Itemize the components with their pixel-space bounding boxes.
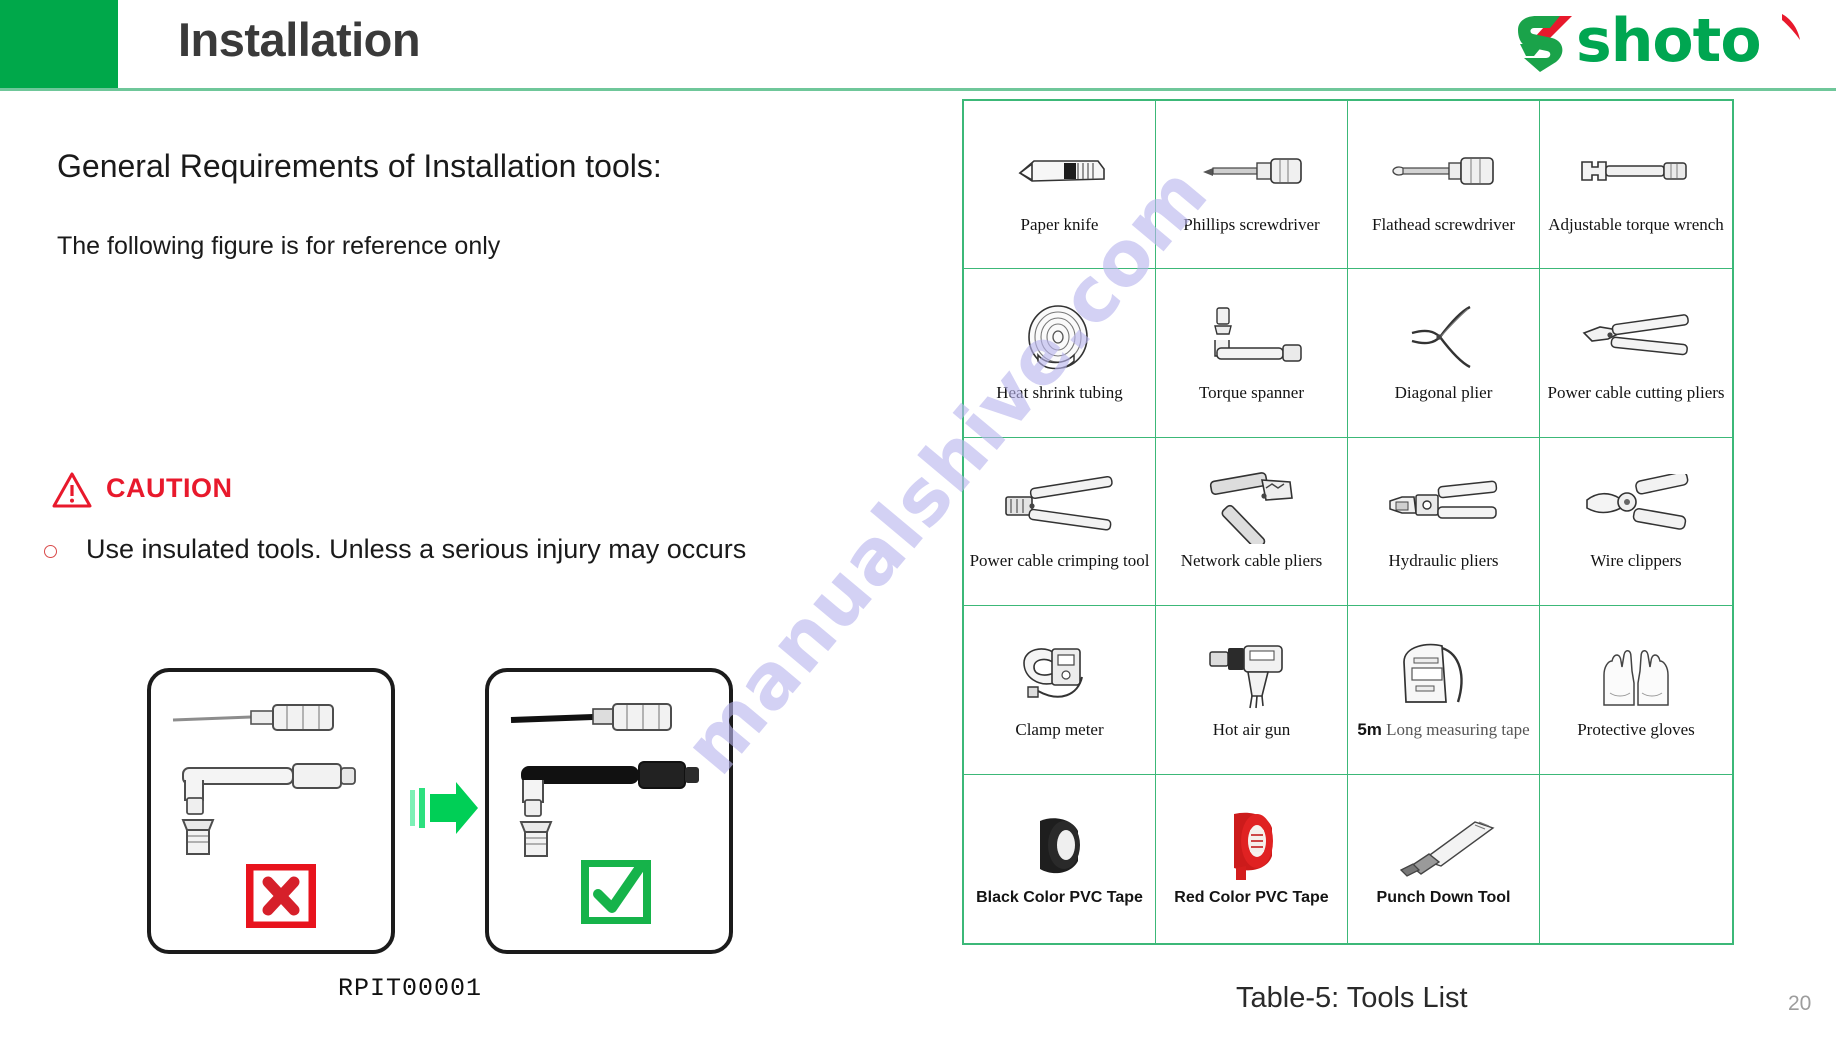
insulated-tools-comparison-figure (125, 668, 755, 958)
warning-triangle-icon (52, 472, 92, 508)
tool-label: Power cable cutting pliers (1547, 383, 1725, 403)
tool-label: Phillips screwdriver (1183, 214, 1320, 234)
red-pvc-tape-icon (1212, 809, 1292, 881)
table-caption: Table-5: Tools List (1236, 982, 1468, 1014)
tool-label: Hydraulic pliers (1388, 551, 1499, 571)
tool-label: Clamp meter (1015, 719, 1104, 739)
tool-cell-protective-gloves[interactable]: Protective gloves (1540, 606, 1732, 775)
tool-cell-power-cable-crimping-tool[interactable]: Power cable crimping tool (964, 437, 1156, 607)
tool-label: Flathead screwdriver (1371, 214, 1516, 234)
black-pvc-tape-icon (1020, 809, 1100, 881)
tool-label: Network cable pliers (1180, 551, 1323, 571)
page-title: Installation (178, 13, 421, 66)
caution-header: CAUTION (52, 470, 752, 530)
header-divider (0, 88, 1836, 91)
wire-clippers-icon (1581, 471, 1691, 543)
tool-label: Adjustable torque wrench (1548, 214, 1724, 234)
clamp-meter-icon (1010, 640, 1110, 712)
tool-label: Black Color PVC Tape (976, 889, 1143, 907)
tool-cell-wire-clippers[interactable]: Wire clippers (1540, 438, 1732, 607)
tool-cell-network-cable-pliers[interactable]: Network cable pliers (1156, 437, 1348, 607)
tool-cell-adjustable-torque-wrench[interactable]: Adjustable torque wrench (1540, 101, 1732, 270)
logo-wordmark: shoto (1576, 6, 1762, 76)
bullet-circle-icon (44, 545, 57, 558)
tool-cell-diagonal-plier[interactable]: Diagonal plier (1348, 269, 1540, 438)
measuring-tape-length: 5m (1357, 719, 1382, 739)
tool-label: Diagonal plier (1394, 383, 1493, 403)
tool-cell-measuring-tape[interactable]: 5m Long measuring tape (1348, 606, 1540, 775)
diagonal-plier-icon (1404, 303, 1484, 375)
measuring-tape-icon (1394, 640, 1494, 712)
power-cable-crimping-tool-icon (1000, 471, 1120, 543)
tool-cell-flathead-screwdriver[interactable]: Flathead screwdriver (1348, 101, 1540, 270)
logo-apostrophe-icon (1782, 14, 1800, 40)
measuring-tape-desc: Long measuring tape (1381, 719, 1530, 739)
hydraulic-pliers-icon (1384, 471, 1504, 543)
tool-cell-black-pvc-tape[interactable]: Black Color PVC Tape (964, 774, 1156, 943)
section-heading: General Requirements of Installation too… (57, 148, 662, 184)
tool-cell-hydraulic-pliers[interactable]: Hydraulic pliers (1348, 437, 1540, 607)
tool-label: Protective gloves (1577, 719, 1695, 739)
phillips-screwdriver-icon (1197, 135, 1307, 207)
tool-cell-heat-shrink-tubing[interactable]: Heat shrink tubing (964, 269, 1156, 438)
caution-bullet-item: Use insulated tools. Unless a serious in… (44, 534, 804, 574)
page-number: 20 (1788, 992, 1812, 1015)
tool-label: Heat shrink tubing (996, 383, 1123, 403)
tool-cell-torque-spanner[interactable]: Torque spanner (1156, 269, 1348, 438)
power-cable-cutting-pliers-icon (1576, 303, 1696, 375)
shoto-s-bolt-logo-icon (1518, 16, 1572, 72)
tools-list-table: Paper knife Phillips screwdriver Flathea… (962, 99, 1734, 945)
header-accent-block (0, 0, 118, 88)
heat-shrink-tubing-icon (1020, 303, 1100, 375)
cross-mark-badge-icon (246, 864, 316, 928)
figure-box-insulated (485, 668, 733, 954)
shoto-logo: shoto (1510, 6, 1810, 80)
tool-cell-phillips-screwdriver[interactable]: Phillips screwdriver (1156, 101, 1348, 270)
torque-spanner-icon (1197, 303, 1307, 375)
tool-label: Punch Down Tool (1376, 889, 1511, 907)
punch-down-tool-icon (1389, 809, 1499, 881)
section-subtext: The following figure is for reference on… (57, 232, 501, 260)
hot-air-gun-icon (1204, 640, 1300, 712)
tool-cell-clamp-meter[interactable]: Clamp meter (964, 606, 1156, 775)
green-right-arrow-icon (410, 782, 478, 834)
tool-label: Paper knife (1020, 214, 1099, 234)
protective-gloves-icon (1586, 640, 1686, 712)
tool-cell-hot-air-gun[interactable]: Hot air gun (1156, 606, 1348, 775)
tool-cell-power-cable-cutting-pliers[interactable]: Power cable cutting pliers (1540, 269, 1732, 438)
figure-box-uninsulated (147, 668, 395, 954)
tool-cell-punch-down-tool[interactable]: Punch Down Tool (1348, 774, 1540, 943)
caution-bullet-text: Use insulated tools. Unless a serious in… (86, 534, 747, 564)
check-mark-badge-icon (581, 860, 651, 924)
tool-label: 5m Long measuring tape (1357, 720, 1529, 740)
tool-label: Wire clippers (1590, 551, 1682, 571)
tool-cell-red-pvc-tape[interactable]: Red Color PVC Tape (1156, 774, 1348, 943)
tool-cell-paper-knife[interactable]: Paper knife (964, 101, 1156, 270)
caution-label: CAUTION (106, 473, 233, 503)
tool-label: Power cable crimping tool (969, 551, 1150, 571)
document-code: RPIT00001 (338, 974, 483, 1003)
tool-cell-empty (1540, 775, 1732, 943)
flathead-screwdriver-icon (1389, 135, 1499, 207)
network-cable-pliers-icon (1200, 471, 1304, 545)
adjustable-torque-wrench-icon (1576, 135, 1696, 207)
tool-label: Red Color PVC Tape (1174, 889, 1329, 907)
tool-label: Torque spanner (1198, 383, 1305, 403)
tool-label: Hot air gun (1212, 719, 1291, 739)
paper-knife-icon (1012, 135, 1108, 207)
